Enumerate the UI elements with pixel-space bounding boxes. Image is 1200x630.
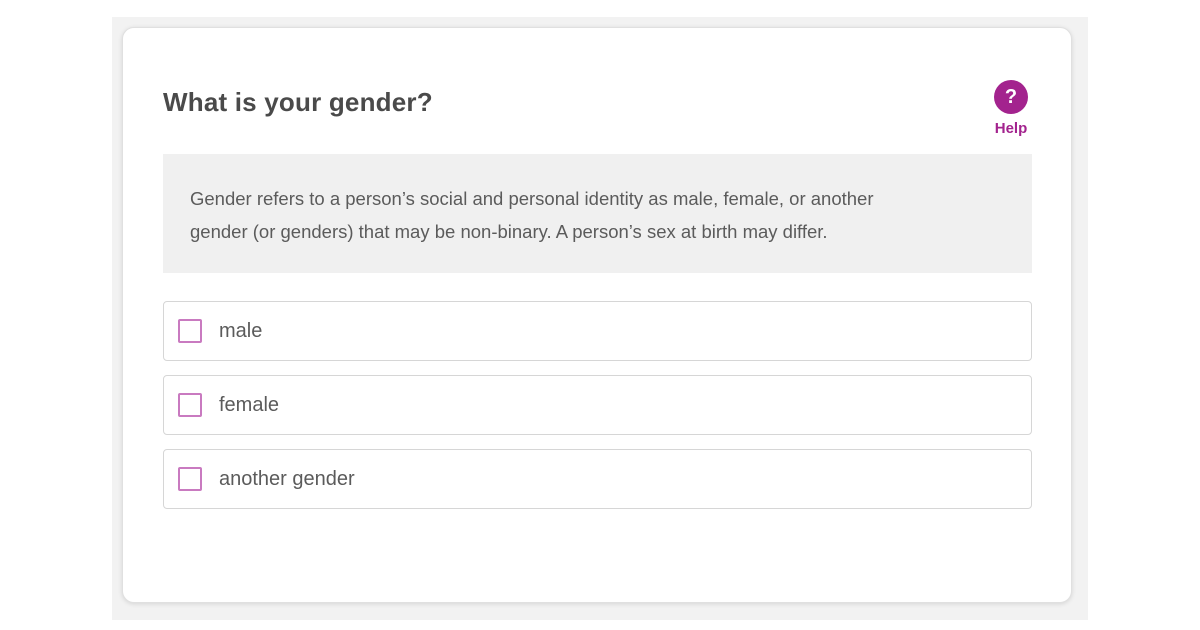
option-female[interactable]: female [163,375,1032,435]
option-another-gender[interactable]: another gender [163,449,1032,509]
option-label-another-gender[interactable]: another gender [219,450,355,508]
help-button[interactable]: ? Help [985,80,1037,142]
question-card: What is your gender? ? Help Gender refer… [122,27,1072,603]
checkbox-male[interactable] [178,319,202,343]
question-mark-icon[interactable]: ? [994,80,1028,114]
question-title: What is your gender? [163,87,433,117]
option-label-male[interactable]: male [219,302,262,360]
option-male[interactable]: male [163,301,1032,361]
help-label[interactable]: Help [995,120,1028,138]
definition-text-line-1: Gender refers to a person’s social and p… [190,188,874,209]
checkbox-another-gender[interactable] [178,467,202,491]
answer-options: male female another gender [163,301,1032,523]
definition-box: Gender refers to a person’s social and p… [163,154,1032,273]
checkbox-female[interactable] [178,393,202,417]
definition-text-line-2: gender (or genders) that may be non-bina… [190,221,828,242]
option-label-female[interactable]: female [219,376,279,434]
